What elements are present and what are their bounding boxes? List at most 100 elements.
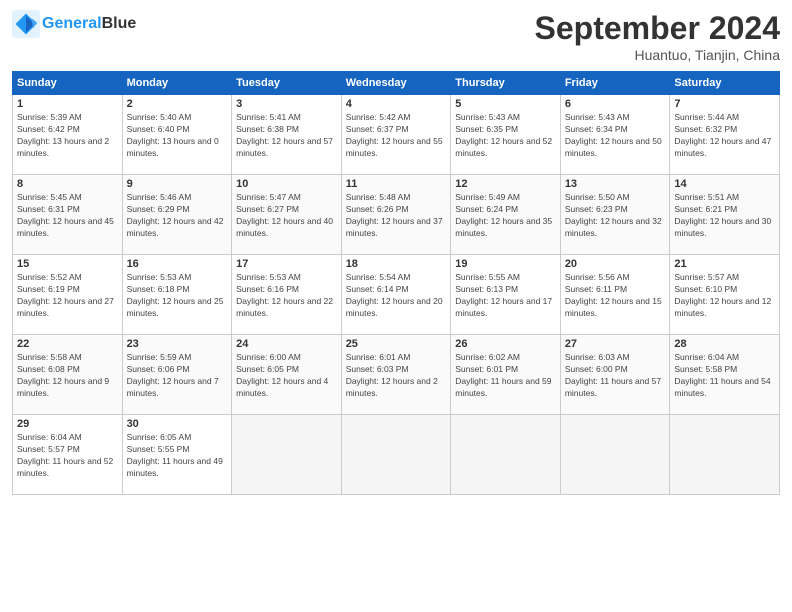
day-info: Sunrise: 5:47 AM Sunset: 6:27 PM Dayligh… [236,192,337,240]
table-cell: 21 Sunrise: 5:57 AM Sunset: 6:10 PM Dayl… [670,255,780,335]
day-number: 25 [346,338,447,350]
table-cell: 3 Sunrise: 5:41 AM Sunset: 6:38 PM Dayli… [232,95,342,175]
day-number: 21 [674,258,775,270]
day-number: 30 [127,418,228,430]
col-saturday: Saturday [670,72,780,95]
table-cell: 5 Sunrise: 5:43 AM Sunset: 6:35 PM Dayli… [451,95,561,175]
day-number: 1 [17,98,118,110]
day-number: 8 [17,178,118,190]
day-number: 4 [346,98,447,110]
day-number: 18 [346,258,447,270]
table-cell [451,415,561,495]
table-cell: 2 Sunrise: 5:40 AM Sunset: 6:40 PM Dayli… [122,95,232,175]
day-number: 20 [565,258,666,270]
day-number: 12 [455,178,556,190]
day-number: 14 [674,178,775,190]
day-info: Sunrise: 5:53 AM Sunset: 6:18 PM Dayligh… [127,272,228,320]
day-number: 19 [455,258,556,270]
table-cell: 28 Sunrise: 6:04 AM Sunset: 5:58 PM Dayl… [670,335,780,415]
day-info: Sunrise: 5:42 AM Sunset: 6:37 PM Dayligh… [346,112,447,160]
table-cell: 22 Sunrise: 5:58 AM Sunset: 6:08 PM Dayl… [13,335,123,415]
day-info: Sunrise: 5:55 AM Sunset: 6:13 PM Dayligh… [455,272,556,320]
day-number: 11 [346,178,447,190]
col-thursday: Thursday [451,72,561,95]
logo-icon [12,10,40,38]
table-cell: 9 Sunrise: 5:46 AM Sunset: 6:29 PM Dayli… [122,175,232,255]
day-info: Sunrise: 5:53 AM Sunset: 6:16 PM Dayligh… [236,272,337,320]
day-info: Sunrise: 5:39 AM Sunset: 6:42 PM Dayligh… [17,112,118,160]
day-info: Sunrise: 5:59 AM Sunset: 6:06 PM Dayligh… [127,352,228,400]
day-number: 22 [17,338,118,350]
table-row: 1 Sunrise: 5:39 AM Sunset: 6:42 PM Dayli… [13,95,780,175]
day-info: Sunrise: 5:49 AM Sunset: 6:24 PM Dayligh… [455,192,556,240]
table-cell: 19 Sunrise: 5:55 AM Sunset: 6:13 PM Dayl… [451,255,561,335]
table-cell: 29 Sunrise: 6:04 AM Sunset: 5:57 PM Dayl… [13,415,123,495]
table-cell: 18 Sunrise: 5:54 AM Sunset: 6:14 PM Dayl… [341,255,451,335]
day-info: Sunrise: 6:01 AM Sunset: 6:03 PM Dayligh… [346,352,447,400]
table-cell: 8 Sunrise: 5:45 AM Sunset: 6:31 PM Dayli… [13,175,123,255]
day-info: Sunrise: 5:46 AM Sunset: 6:29 PM Dayligh… [127,192,228,240]
table-cell [670,415,780,495]
day-number: 6 [565,98,666,110]
table-row: 22 Sunrise: 5:58 AM Sunset: 6:08 PM Dayl… [13,335,780,415]
day-number: 28 [674,338,775,350]
day-number: 27 [565,338,666,350]
table-cell: 30 Sunrise: 6:05 AM Sunset: 5:55 PM Dayl… [122,415,232,495]
title-block: September 2024 Huantuo, Tianjin, China [535,10,780,63]
table-cell: 25 Sunrise: 6:01 AM Sunset: 6:03 PM Dayl… [341,335,451,415]
day-number: 29 [17,418,118,430]
table-row: 15 Sunrise: 5:52 AM Sunset: 6:19 PM Dayl… [13,255,780,335]
day-info: Sunrise: 6:05 AM Sunset: 5:55 PM Dayligh… [127,432,228,480]
day-number: 9 [127,178,228,190]
day-info: Sunrise: 5:51 AM Sunset: 6:21 PM Dayligh… [674,192,775,240]
day-info: Sunrise: 5:40 AM Sunset: 6:40 PM Dayligh… [127,112,228,160]
day-info: Sunrise: 6:04 AM Sunset: 5:58 PM Dayligh… [674,352,775,400]
day-info: Sunrise: 5:50 AM Sunset: 6:23 PM Dayligh… [565,192,666,240]
table-cell: 27 Sunrise: 6:03 AM Sunset: 6:00 PM Dayl… [560,335,670,415]
day-number: 17 [236,258,337,270]
table-cell [232,415,342,495]
day-number: 10 [236,178,337,190]
day-info: Sunrise: 5:43 AM Sunset: 6:35 PM Dayligh… [455,112,556,160]
col-sunday: Sunday [13,72,123,95]
table-cell: 10 Sunrise: 5:47 AM Sunset: 6:27 PM Dayl… [232,175,342,255]
table-cell: 7 Sunrise: 5:44 AM Sunset: 6:32 PM Dayli… [670,95,780,175]
table-row: 29 Sunrise: 6:04 AM Sunset: 5:57 PM Dayl… [13,415,780,495]
day-info: Sunrise: 6:02 AM Sunset: 6:01 PM Dayligh… [455,352,556,400]
day-info: Sunrise: 6:03 AM Sunset: 6:00 PM Dayligh… [565,352,666,400]
location: Huantuo, Tianjin, China [535,47,780,63]
table-cell [560,415,670,495]
day-number: 2 [127,98,228,110]
table-cell: 26 Sunrise: 6:02 AM Sunset: 6:01 PM Dayl… [451,335,561,415]
day-info: Sunrise: 5:44 AM Sunset: 6:32 PM Dayligh… [674,112,775,160]
table-cell: 14 Sunrise: 5:51 AM Sunset: 6:21 PM Dayl… [670,175,780,255]
day-info: Sunrise: 6:00 AM Sunset: 6:05 PM Dayligh… [236,352,337,400]
table-cell: 15 Sunrise: 5:52 AM Sunset: 6:19 PM Dayl… [13,255,123,335]
day-number: 3 [236,98,337,110]
day-number: 24 [236,338,337,350]
table-row: 8 Sunrise: 5:45 AM Sunset: 6:31 PM Dayli… [13,175,780,255]
table-cell: 1 Sunrise: 5:39 AM Sunset: 6:42 PM Dayli… [13,95,123,175]
col-tuesday: Tuesday [232,72,342,95]
table-cell: 11 Sunrise: 5:48 AM Sunset: 6:26 PM Dayl… [341,175,451,255]
day-info: Sunrise: 5:52 AM Sunset: 6:19 PM Dayligh… [17,272,118,320]
day-number: 16 [127,258,228,270]
table-cell: 12 Sunrise: 5:49 AM Sunset: 6:24 PM Dayl… [451,175,561,255]
day-info: Sunrise: 5:43 AM Sunset: 6:34 PM Dayligh… [565,112,666,160]
table-cell: 4 Sunrise: 5:42 AM Sunset: 6:37 PM Dayli… [341,95,451,175]
day-number: 23 [127,338,228,350]
header: GeneralBlue September 2024 Huantuo, Tian… [12,10,780,63]
col-monday: Monday [122,72,232,95]
logo-general: General [42,15,102,32]
table-cell: 24 Sunrise: 6:00 AM Sunset: 6:05 PM Dayl… [232,335,342,415]
table-cell: 17 Sunrise: 5:53 AM Sunset: 6:16 PM Dayl… [232,255,342,335]
table-cell [341,415,451,495]
day-info: Sunrise: 5:41 AM Sunset: 6:38 PM Dayligh… [236,112,337,160]
day-number: 15 [17,258,118,270]
logo-blue: Blue [102,15,137,32]
day-info: Sunrise: 5:54 AM Sunset: 6:14 PM Dayligh… [346,272,447,320]
header-row: Sunday Monday Tuesday Wednesday Thursday… [13,72,780,95]
day-number: 13 [565,178,666,190]
day-info: Sunrise: 5:57 AM Sunset: 6:10 PM Dayligh… [674,272,775,320]
table-cell: 16 Sunrise: 5:53 AM Sunset: 6:18 PM Dayl… [122,255,232,335]
